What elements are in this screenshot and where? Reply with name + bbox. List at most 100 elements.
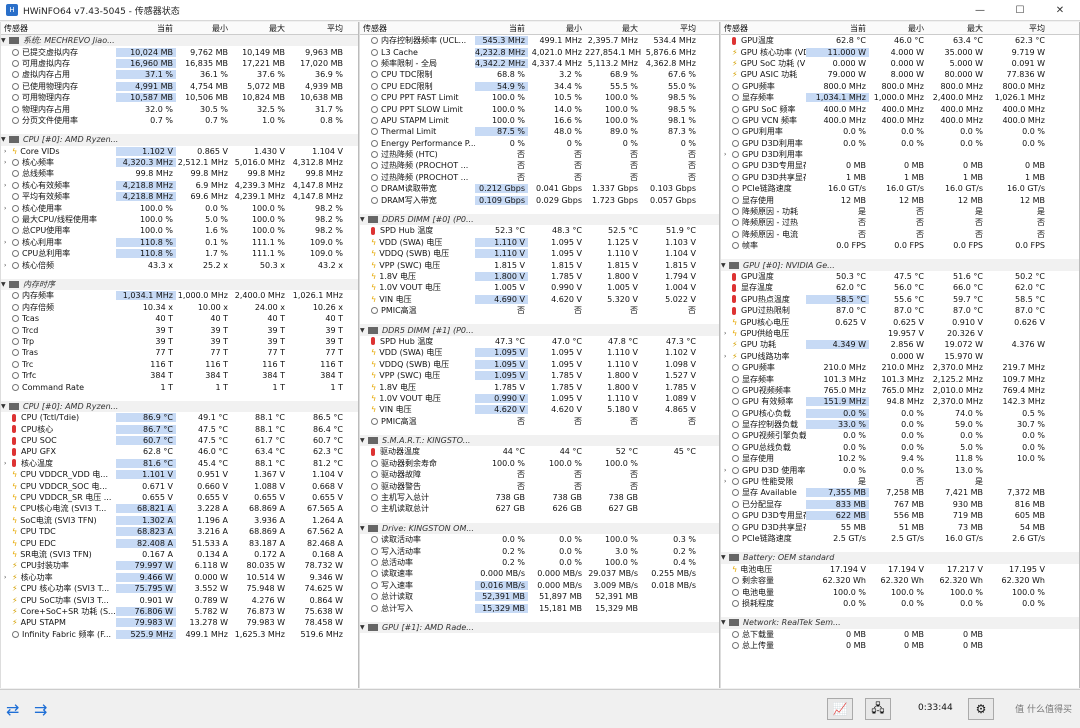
column-header[interactable]: 传感器 当前 最小 最大 平均 xyxy=(360,22,719,35)
sensor-panel-right[interactable]: 传感器 当前 最小 最大 平均 GPU温度 62.8 °C 46.0 °C 63.4 °C 62.… xyxy=(720,22,1080,688)
sensor-row[interactable]: CPU核心 86.7 °C 47.5 °C 88.1 °C 86.4 °C xyxy=(1,424,358,435)
sensor-row[interactable]: 平均有效频率 4,218.8 MHz 69.6 MHz 4,239.1 MHz 4,14… xyxy=(1,191,358,202)
sensor-row[interactable]: Trp 39 T 39 T 39 T 39 T xyxy=(1,336,358,347)
sensor-row[interactable]: ⚡ GPU 功耗 4.349 W 2.856 W 19.072 W 4.376 W xyxy=(721,339,1079,350)
expand-chevron-icon[interactable]: › xyxy=(4,148,12,155)
sensor-row[interactable]: 驱动器警告 否 否 否 xyxy=(360,480,719,491)
sensor-row[interactable]: ⚡ CPU封装功率 79.997 W 6.118 W 80.035 W 78.732 W xyxy=(1,560,358,571)
expand-chevron-icon[interactable]: › xyxy=(4,239,12,246)
expand-chevron-icon[interactable]: ▼ xyxy=(721,554,729,561)
sensor-row[interactable]: ⚡ Core+SoC+SR 功耗 (S... 76.806 W 5.782 W 76.8… xyxy=(1,606,358,617)
expand-chevron-icon[interactable]: › xyxy=(4,182,12,189)
sensor-row[interactable]: GPU频率 800.0 MHz 800.0 MHz 800.0 MHz 800.0 MH… xyxy=(721,81,1079,92)
sensor-row[interactable]: 过热降频 (PROCHOT ... 否 否 否 否 xyxy=(360,172,719,183)
sensor-row[interactable]: 驱动器剩余寿命 100.0 % 100.0 % 100.0 % xyxy=(360,458,719,469)
sensor-group-header[interactable]: ▼ DDR5 DIMM [#0] (P0... xyxy=(360,213,719,226)
sensor-group-header[interactable]: ▼ 内存时序 xyxy=(1,278,358,291)
sensor-row[interactable]: › GPU D3D 使用率 0.0 % 0.0 % 13.0 % xyxy=(721,464,1079,475)
sensor-row[interactable]: ϟ CPU VDDCR_SR 电压 ... 0.655 V 0.655 V 0.655 … xyxy=(1,492,358,503)
sensor-row[interactable]: ϟ VIN 电压 4.620 V 4.620 V 5.180 V 4.865 V xyxy=(360,404,719,415)
sensor-row[interactable]: › ⚡ GPU线路功率 0.000 W 15.970 W xyxy=(721,351,1079,362)
sensor-row[interactable]: Infinity Fabric 频率 (F... 525.9 MHz 499.1 M… xyxy=(1,629,358,640)
sensor-row[interactable]: ϟ VIN 电压 4.690 V 4.620 V 5.320 V 5.022 V xyxy=(360,294,719,305)
sensor-row[interactable]: › 核心有效频率 4,218.8 MHz 6.9 MHz 4,239.3 MHz 4,14… xyxy=(1,180,358,191)
sensor-row[interactable]: 降频原因 - 电流 否 否 否 否 xyxy=(721,229,1079,240)
sensor-row[interactable]: 写入活动率 0.2 % 0.0 % 3.0 % 0.2 % xyxy=(360,545,719,556)
sensor-panel-left[interactable]: 传感器 当前 最小 最大 平均 ▼ 系统: MECHREVO Jiao... 已提交虚拟内存 1… xyxy=(0,22,359,688)
sensor-row[interactable]: › ⚡ 核心功率 9.466 W 0.000 W 10.514 W 9.346 W xyxy=(1,572,358,583)
sensor-row[interactable]: GPU核心负载 0.0 % 0.0 % 74.0 % 0.5 % xyxy=(721,408,1079,419)
sensor-row[interactable]: GPU视频引擎负载 0.0 % 0.0 % 0.0 % 0.0 % xyxy=(721,430,1079,441)
sensor-row[interactable]: GPU 有效频率 151.9 MHz 94.8 MHz 2,370.0 MHz 142.… xyxy=(721,396,1079,407)
sensor-row[interactable]: › 核心使用率 100.0 % 0.0 % 100.0 % 98.2 % xyxy=(1,202,358,213)
sensor-group-header[interactable]: ▼ CPU [#0]: AMD Ryzen... xyxy=(1,400,358,413)
sensor-row[interactable]: ⚡GPU SoC 功耗 (VDDC... 0.000 W 0.000 W 5.000 … xyxy=(721,58,1079,69)
sensor-group-header[interactable]: ▼ Battery: OEM standard xyxy=(721,552,1079,564)
sensor-row[interactable]: Trfc 384 T 384 T 384 T 384 T xyxy=(1,370,358,381)
sensor-row[interactable]: › ϟ GPU供给电压 19.957 V 20.326 V xyxy=(721,328,1079,339)
sensor-row[interactable]: ⚡ APU STAPM 79.983 W 13.278 W 79.983 W 78.458… xyxy=(1,617,358,628)
sensor-row[interactable]: 损耗程度 0.0 % 0.0 % 0.0 % 0.0 % xyxy=(721,598,1079,609)
sensor-group-header[interactable]: ▼ Drive: KINGSTON OM... xyxy=(360,522,719,535)
sensor-row[interactable]: 显存频率 1,034.1 MHz 1,000.0 MHz 2,400.0 MHz 1,0… xyxy=(721,92,1079,103)
sensor-row[interactable]: Tras 77 T 77 T 77 T 77 T xyxy=(1,347,358,358)
nav-right-icon[interactable]: ⇉ xyxy=(34,700,47,719)
sensor-row[interactable]: Energy Performance P... 0 % 0 % 0 % 0 % xyxy=(360,138,719,149)
sensor-panel-middle[interactable]: 传感器 当前 最小 最大 平均 内存控制器频率 (UCL... 545.3 MHz 499.1… xyxy=(359,22,720,688)
sensor-row[interactable]: ϟ 1.8V 电压 1.800 V 1.785 V 1.800 V 1.794 V xyxy=(360,271,719,282)
sensor-row[interactable]: 过热降频 (PROCHOT ... 否 否 否 否 xyxy=(360,160,719,171)
sensor-row[interactable]: CPU TDC限制 68.8 % 3.2 % 68.9 % 67.6 % xyxy=(360,69,719,80)
sensor-row[interactable]: Trcd 39 T 39 T 39 T 39 T xyxy=(1,324,358,335)
sensor-row[interactable]: CPU PPT FAST Limit 100.0 % 10.5 % 100.0 % 98… xyxy=(360,92,719,103)
expand-chevron-icon[interactable]: › xyxy=(724,151,732,158)
sensor-row[interactable]: 分页文件使用率 0.7 % 0.7 % 1.0 % 0.8 % xyxy=(1,115,358,126)
sensor-row[interactable]: › 核心利用率 110.8 % 0.1 % 111.1 % 109.0 % xyxy=(1,237,358,248)
sensor-row[interactable]: SPD Hub 温度 52.3 °C 48.3 °C 52.5 °C 51.9 °C xyxy=(360,225,719,236)
sensor-row[interactable]: 显存频率 101.3 MHz 101.3 MHz 2,125.2 MHz 109.7 M… xyxy=(721,373,1079,384)
sensor-row[interactable]: › GPU D3D利用率 xyxy=(721,149,1079,160)
sensor-row[interactable]: › ϟ Core VIDs 1.102 V 0.865 V 1.430 V 1.104 V xyxy=(1,146,358,157)
sensor-row[interactable]: GPU SoC 频率 400.0 MHz 400.0 MHz 400.0 MHz 400… xyxy=(721,103,1079,114)
expand-chevron-icon[interactable]: ▼ xyxy=(1,136,9,143)
sensor-row[interactable]: 可用虚拟内存 16,960 MB 16,835 MB 17,221 MB 17,020 … xyxy=(1,58,358,69)
sensor-row[interactable]: L3 Cache 4,232.8 MHz 4,021.0 MHz 227,854.1 … xyxy=(360,46,719,57)
sensor-row[interactable]: 总计写入 15,329 MB 15,181 MB 15,329 MB xyxy=(360,602,719,613)
sensor-row[interactable]: GPU D3D共享显存 1 MB 1 MB 1 MB 1 MB xyxy=(721,172,1079,183)
expand-chevron-icon[interactable]: ▼ xyxy=(721,262,729,269)
sensor-row[interactable]: ϟ SR电流 (SVI3 TFN) 0.167 A 0.134 A 0.172 A 0.1… xyxy=(1,549,358,560)
sensor-row[interactable]: 驱动器故障 否 否 否 xyxy=(360,469,719,480)
sensor-row[interactable]: GPU过热限制 87.0 °C 87.0 °C 87.0 °C 87.0 °C xyxy=(721,305,1079,316)
expand-chevron-icon[interactable]: › xyxy=(4,262,12,269)
sensor-row[interactable]: 主机写入总计 738 GB 738 GB 738 GB xyxy=(360,492,719,503)
sensor-row[interactable]: Trc 116 T 116 T 116 T 116 T xyxy=(1,359,358,370)
sensor-row[interactable]: 过热降频 (HTC) 否 否 否 否 xyxy=(360,149,719,160)
sensor-row[interactable]: CPU总利用率 110.8 % 1.7 % 111.1 % 109.0 % xyxy=(1,248,358,259)
sensor-row[interactable]: 已使用物理内存 4,991 MB 4,754 MB 5,072 MB 4,939 MB xyxy=(1,81,358,92)
expand-chevron-icon[interactable]: › xyxy=(724,467,732,474)
sensor-row[interactable]: GPU温度 50.3 °C 47.5 °C 51.6 °C 50.2 °C xyxy=(721,271,1079,282)
sensor-row[interactable]: 降频原因 - 功耗 是 否 是 是 xyxy=(721,206,1079,217)
sensor-row[interactable]: 总上传量 0 MB 0 MB 0 MB xyxy=(721,640,1079,651)
sensor-row[interactable]: 显存温度 62.0 °C 56.0 °C 66.0 °C 62.0 °C xyxy=(721,282,1079,293)
sensor-row[interactable]: ⚡GPU 核心功率 (VDDCR...11.000 W 4.000 W 35.000… xyxy=(721,46,1079,57)
sensor-row[interactable]: 读取速率 0.000 MB/s 0.000 MB/s 29.037 MB/s 0.255… xyxy=(360,568,719,579)
graph-button[interactable]: 📈 xyxy=(827,698,853,720)
sensor-row[interactable]: 最大CPU/线程使用率 100.0 % 5.0 % 100.0 % 98.2 % xyxy=(1,214,358,225)
sensor-row[interactable]: 显存控制器负载 33.0 % 0.0 % 59.0 % 30.7 % xyxy=(721,419,1079,430)
sensor-row[interactable]: CPU SOC 60.7 °C 47.5 °C 61.7 °C 60.7 °C xyxy=(1,435,358,446)
sensor-row[interactable]: ϟ 1.8V 电压 1.785 V 1.785 V 1.800 V 1.785 V xyxy=(360,381,719,392)
sensor-row[interactable]: › 核心温度 81.6 °C 45.4 °C 88.1 °C 81.2 °C xyxy=(1,458,358,469)
sensor-row[interactable]: Thermal Limit 87.5 % 48.0 % 89.0 % 87.3 % xyxy=(360,126,719,137)
nav-left-icon[interactable]: ⇄ xyxy=(6,700,19,719)
sensor-row[interactable]: PCIe链路速度 2.5 GT/s 2.5 GT/s 16.0 GT/s 2.6 GT/… xyxy=(721,533,1079,544)
expand-chevron-icon[interactable]: ▼ xyxy=(1,281,9,288)
network-button[interactable]: 🖧 xyxy=(865,698,891,720)
sensor-group-header[interactable]: ▼ Network: RealTek Sem... xyxy=(721,617,1079,629)
close-icon[interactable]: ✕ xyxy=(1040,0,1080,21)
sensor-row[interactable]: GPU D3D专用显存 0 MB 0 MB 0 MB 0 MB xyxy=(721,160,1079,171)
sensor-row[interactable]: 内存频率 1,034.1 MHz 1,000.0 MHz 2,400.0 MHz 1,0… xyxy=(1,290,358,301)
sensor-row[interactable]: GPU热点温度 58.5 °C 55.6 °C 59.7 °C 58.5 °C xyxy=(721,294,1079,305)
sensor-group-header[interactable]: ▼ GPU [#0]: NVIDIA Ge... xyxy=(721,259,1079,271)
sensor-row[interactable]: ϟ 1.0V VOUT 电压 0.990 V 1.095 V 1.110 V 1.089 … xyxy=(360,393,719,404)
sensor-row[interactable]: 总活动率 0.2 % 0.0 % 100.0 % 0.4 % xyxy=(360,557,719,568)
